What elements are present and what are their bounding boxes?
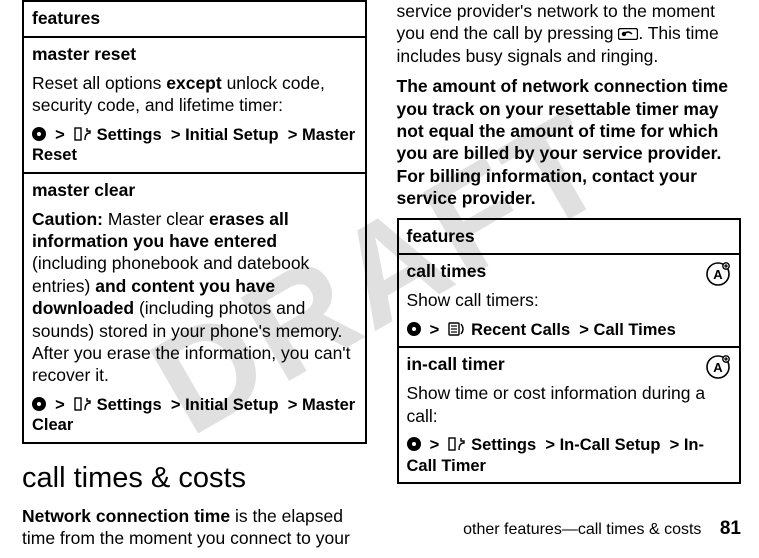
availability-icon: A	[705, 354, 731, 380]
text: Reset all options	[32, 73, 166, 93]
master-clear-title: master clear	[32, 180, 357, 202]
incall-timer-nav: > Settings > In-Call Setup > In-Call Tim…	[407, 435, 732, 476]
call-times-title: call times	[407, 261, 732, 283]
master-reset-nav: > Settings > Initial Setup > Master Rese…	[32, 125, 357, 166]
features-table-left: features master reset Reset all options …	[22, 0, 367, 444]
chevron-icon: >	[171, 396, 181, 414]
master-clear-nav: > Settings > Initial Setup > Master Clea…	[32, 395, 357, 436]
incall-timer-title: in-call timer	[407, 354, 732, 376]
master-reset-title: master reset	[32, 44, 357, 66]
chevron-icon: >	[55, 126, 65, 144]
nav-item: In-Call Setup	[560, 436, 661, 454]
nav-item: Settings	[471, 436, 536, 454]
chevron-icon: >	[545, 436, 555, 454]
settings-icon	[448, 437, 466, 451]
nav-item: Recent Calls	[471, 321, 570, 339]
chevron-icon: >	[288, 396, 298, 414]
chevron-icon: >	[670, 436, 680, 454]
incall-timer-cell: A in-call timer Show time or cost inform…	[398, 347, 741, 483]
svg-text:A: A	[713, 360, 723, 375]
network-connection-para: Network connection time is the elapsed t…	[22, 505, 367, 550]
chevron-icon: >	[430, 321, 440, 339]
right-column: service provider's network to the moment…	[397, 0, 742, 558]
features-header: features	[398, 219, 741, 255]
chevron-icon: >	[55, 396, 65, 414]
center-key-icon	[32, 127, 46, 141]
text-bold: The amount of network connection time yo…	[397, 76, 729, 208]
center-key-icon	[407, 322, 421, 336]
call-times-nav: > Recent Calls > Call Times	[407, 320, 732, 341]
center-key-icon	[32, 397, 46, 411]
text-bold: Network connection time	[22, 506, 230, 526]
text: Master clear	[103, 209, 209, 229]
end-key-icon	[618, 28, 638, 40]
section-heading: call times & costs	[22, 462, 367, 495]
master-reset-cell: master reset Reset all options except un…	[23, 37, 366, 173]
call-times-cell: A call times Show call timers: > Recent …	[398, 254, 741, 347]
continuation-para: service provider's network to the moment…	[397, 0, 742, 67]
incall-timer-body: Show time or cost information during a c…	[407, 382, 732, 427]
availability-icon: A	[705, 261, 731, 287]
master-clear-cell: master clear Caution: Master clear erase…	[23, 173, 366, 443]
chevron-icon: >	[579, 321, 589, 339]
chevron-icon: >	[430, 436, 440, 454]
nav-item: Initial Setup	[185, 126, 279, 144]
chevron-icon: >	[288, 126, 298, 144]
master-clear-body: Caution: Master clear erases all informa…	[32, 208, 357, 387]
features-header: features	[23, 1, 366, 37]
chevron-icon: >	[171, 126, 181, 144]
caution-label: Caution:	[32, 209, 103, 229]
features-table-right: features A call times Show call timers: …	[397, 218, 742, 485]
svg-text:A: A	[713, 267, 723, 282]
master-reset-body: Reset all options except unlock code, se…	[32, 72, 357, 117]
nav-item: Settings	[97, 126, 162, 144]
center-key-icon	[407, 437, 421, 451]
settings-icon	[74, 127, 92, 141]
nav-item: Initial Setup	[185, 396, 279, 414]
call-times-body: Show call timers:	[407, 289, 732, 311]
recent-calls-icon	[448, 322, 466, 336]
text-bold: except	[166, 73, 221, 93]
nav-item: Settings	[97, 396, 162, 414]
nav-item: Call Times	[594, 321, 676, 339]
left-column: features master reset Reset all options …	[22, 0, 367, 558]
billing-para: The amount of network connection time yo…	[397, 75, 742, 209]
settings-icon	[74, 397, 92, 411]
